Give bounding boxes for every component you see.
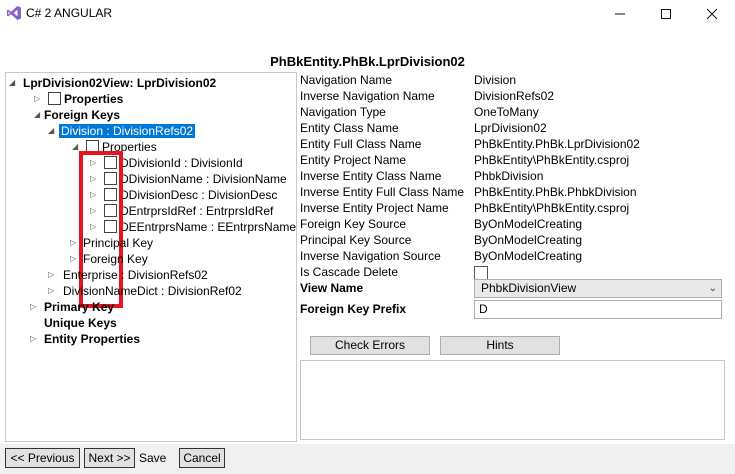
save-button[interactable]: Save [139, 451, 166, 465]
page-heading: PhBkEntity.PhBk.LprDivision02 [270, 54, 465, 69]
property-label: Navigation Name [300, 73, 393, 87]
property-label: Foreign Key Source [300, 217, 407, 231]
tree-node-field[interactable]: DEntrprsIdRef : EntrprsIdRef [104, 203, 273, 219]
property-label: Principal Key Source [300, 233, 412, 247]
collapse-arrow-icon[interactable]: ◢ [48, 123, 58, 139]
tree-node-principal-key[interactable]: Principal Key [83, 235, 153, 251]
next-button[interactable]: Next >> [84, 448, 135, 468]
close-button[interactable] [689, 0, 735, 28]
property-row: Entity Project Name PhBkEntity\PhBkEntit… [300, 152, 730, 168]
property-label: Inverse Entity Full Class Name [300, 185, 465, 199]
property-value: ByOnModelCreating [474, 233, 583, 247]
tree-node-primary-key[interactable]: Primary Key [44, 299, 114, 315]
property-row: Entity Full Class Name PhBkEntity.PhBk.L… [300, 136, 730, 152]
expand-arrow-icon[interactable]: ▷ [48, 283, 58, 299]
expand-arrow-icon[interactable]: ▷ [30, 331, 40, 347]
property-row: Foreign Key Source ByOnModelCreating [300, 216, 730, 232]
foreign-key-prefix-input[interactable]: D [474, 300, 722, 319]
view-name-value: PhbkDivisionView [481, 281, 577, 295]
expand-arrow-icon[interactable]: ▷ [70, 235, 80, 251]
property-value: PhbkDivision [474, 169, 544, 183]
tree-node-label: DEntrprsIdRef : EntrprsIdRef [120, 204, 274, 218]
property-row: Navigation Type OneToMany [300, 104, 730, 120]
check-errors-button[interactable]: Check Errors [310, 336, 430, 355]
property-row: Navigation Name Division [300, 72, 730, 88]
tree-node-division-name-dict[interactable]: DivisionNameDict : DivisionRef02 [63, 283, 242, 299]
tree-node-field[interactable]: DDivisionName : DivisionName [104, 171, 287, 187]
property-value: OneToMany [474, 105, 539, 119]
tree-node-label: Division : DivisionRefs02 [59, 124, 196, 138]
property-value: PhBkEntity.PhBk.LprDivision02 [474, 137, 640, 151]
property-row: Inverse Navigation Name DivisionRefs02 [300, 88, 730, 104]
entity-tree[interactable]: ◢ LprDivision02View: LprDivision02 ▷ Pro… [5, 72, 297, 442]
tree-node-enterprise[interactable]: Enterprise : DivisionRefs02 [63, 267, 208, 283]
property-label: Inverse Navigation Source [300, 249, 441, 263]
minimize-icon [615, 13, 625, 15]
tree-node-label: DDivisionId : DivisionId [120, 156, 243, 170]
cascade-delete-checkbox[interactable] [474, 266, 488, 280]
tree-node-entity-properties[interactable]: Entity Properties [44, 331, 140, 347]
expand-arrow-icon[interactable]: ▷ [30, 299, 40, 315]
close-icon [706, 8, 718, 20]
window-title: C# 2 ANGULAR [26, 6, 113, 20]
view-name-label: View Name [300, 281, 364, 295]
visual-studio-icon [7, 6, 21, 20]
tree-node-label: DEEntrprsName : EEntrprsName [120, 220, 297, 234]
property-value: ByOnModelCreating [474, 217, 583, 231]
title-bar: C# 2 ANGULAR [0, 0, 735, 28]
property-label: Entity Full Class Name [300, 137, 422, 151]
property-value: Division [474, 73, 517, 87]
property-value: PhBkEntity.PhBk.PhbkDivision [474, 185, 637, 199]
property-row: Inverse Entity Class Name PhbkDivision [300, 168, 730, 184]
tree-node-field[interactable]: DEEntrprsName : EEntrprsName [104, 219, 296, 235]
property-label: Is Cascade Delete [300, 265, 399, 279]
tree-node-label: DDivisionName : DivisionName [120, 172, 287, 186]
tree-node-properties[interactable]: Properties [48, 91, 123, 107]
tree-node-foreign-key[interactable]: Foreign Key [83, 251, 148, 267]
minimize-button[interactable] [597, 0, 643, 28]
property-row: Entity Class Name LprDivision02 [300, 120, 730, 136]
collapse-arrow-icon[interactable]: ◢ [9, 75, 19, 91]
property-label: Inverse Entity Class Name [300, 169, 442, 183]
property-row: Is Cascade Delete [300, 264, 730, 280]
tree-node-label: DDivisionDesc : DivisionDesc [120, 188, 278, 202]
tree-node-division[interactable]: Division : DivisionRefs02 [59, 123, 196, 139]
property-row: Inverse Entity Project Name PhBkEntity\P… [300, 200, 730, 216]
maximize-icon [661, 9, 671, 19]
hints-button[interactable]: Hints [440, 336, 560, 355]
view-name-select[interactable]: PhbkDivisionView ⌄ [474, 279, 722, 298]
collapse-arrow-icon[interactable]: ◢ [34, 107, 44, 123]
property-label: Entity Class Name [300, 121, 399, 135]
tree-node-field[interactable]: DDivisionId : DivisionId [104, 155, 243, 171]
results-textarea[interactable] [300, 360, 725, 440]
chevron-down-icon: ⌄ [708, 283, 717, 294]
bottom-toolbar: << Previous Next >> Save Cancel [0, 444, 735, 474]
property-label: Inverse Entity Project Name [300, 201, 449, 215]
tree-root[interactable]: LprDivision02View: LprDivision02 [23, 75, 216, 91]
property-value: LprDivision02 [474, 121, 547, 135]
property-row: Inverse Entity Full Class Name PhBkEntit… [300, 184, 730, 200]
maximize-button[interactable] [643, 0, 689, 28]
property-row: Principal Key Source ByOnModelCreating [300, 232, 730, 248]
cancel-button[interactable]: Cancel [179, 448, 225, 468]
property-label: Entity Project Name [300, 153, 407, 167]
property-value: PhBkEntity\PhBkEntity.csproj [474, 153, 630, 167]
tree-node-field[interactable]: DDivisionDesc : DivisionDesc [104, 187, 277, 203]
property-value: PhBkEntity\PhBkEntity.csproj [474, 201, 630, 215]
tree-node-unique-keys[interactable]: Unique Keys [44, 315, 117, 331]
expand-arrow-icon[interactable]: ▷ [70, 251, 80, 267]
property-label: Inverse Navigation Name [300, 89, 435, 103]
previous-button[interactable]: << Previous [5, 448, 80, 468]
expand-arrow-icon[interactable]: ▷ [48, 267, 58, 283]
properties-checkbox[interactable] [48, 92, 61, 105]
property-value: DivisionRefs02 [474, 89, 555, 103]
tree-node-label: Properties [64, 92, 124, 106]
property-row: Inverse Navigation Source ByOnModelCreat… [300, 248, 730, 264]
tree-node-foreign-keys[interactable]: Foreign Keys [44, 107, 120, 123]
property-label: Navigation Type [300, 105, 386, 119]
property-value: ByOnModelCreating [474, 249, 583, 263]
expand-arrow-icon[interactable]: ▷ [34, 91, 44, 107]
foreign-key-prefix-label: Foreign Key Prefix [300, 302, 407, 316]
